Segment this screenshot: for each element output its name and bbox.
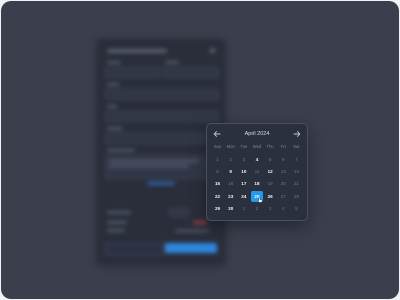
day-cell[interactable]: 16 (224, 178, 237, 190)
day-cell[interactable]: 26 (264, 190, 277, 202)
day-cell[interactable]: 12 (264, 165, 277, 177)
day-cell-selected[interactable]: 25 (251, 190, 263, 203)
confirm-button (165, 243, 217, 253)
weekday-label: Tue (240, 144, 248, 149)
arrow-left-icon[interactable] (212, 129, 222, 139)
field-label (107, 127, 123, 130)
text-field (105, 89, 219, 100)
text-field (105, 67, 161, 78)
day-cell[interactable]: 19 (264, 178, 277, 190)
field-label (165, 61, 179, 64)
form-title-placeholder (107, 49, 167, 53)
day-cell[interactable]: 24 (237, 190, 250, 202)
day-cell[interactable]: 20 (277, 178, 290, 190)
textarea-field (105, 155, 219, 179)
weekday-label: Sat (293, 144, 300, 149)
day-cell[interactable]: 6 (277, 153, 290, 165)
field-label (107, 83, 119, 86)
day-cell[interactable]: 4 (250, 153, 263, 165)
field-label (107, 221, 127, 224)
weekday-label: Wed (252, 144, 262, 149)
day-cell[interactable]: 5 (264, 153, 277, 165)
day-cell[interactable]: 5 (290, 203, 303, 215)
day-cell[interactable]: 2 (224, 153, 237, 165)
day-cell[interactable]: 28 (290, 190, 303, 202)
weekday-label: Mon (226, 144, 235, 149)
calendar-header: April 2024 (207, 129, 307, 139)
day-cell[interactable]: 8 (211, 165, 224, 177)
day-cell[interactable]: 4 (277, 203, 290, 215)
day-cell[interactable]: 21 (290, 178, 303, 190)
day-cell[interactable]: 18 (250, 178, 263, 190)
small-field (169, 208, 189, 217)
weekday-label: Sun (213, 144, 222, 149)
text-line (175, 230, 209, 232)
weekday-label: Thu (266, 144, 274, 149)
warning-text (193, 221, 207, 224)
app-frame: April 2024 Sun Mon Tue Wed Thu Fri Sat 1… (1, 1, 399, 299)
cancel-button (105, 243, 165, 255)
field-label (107, 149, 135, 152)
weekday-label: Fri (280, 144, 286, 149)
weekday-header-row: Sun Mon Tue Wed Thu Fri Sat (211, 143, 303, 151)
date-picker: April 2024 Sun Mon Tue Wed Thu Fri Sat 1… (206, 123, 308, 221)
day-cell[interactable]: 1 (237, 203, 250, 215)
field-label (107, 61, 121, 64)
day-cell[interactable]: 30 (224, 203, 237, 215)
field-label (107, 105, 117, 108)
day-cell[interactable]: 15 (211, 178, 224, 190)
day-cell[interactable]: 1 (211, 153, 224, 165)
day-cell[interactable]: 11 (250, 165, 263, 177)
text-field (105, 133, 219, 144)
day-cell[interactable]: 3 (264, 203, 277, 215)
text-line (109, 160, 199, 162)
text-field (163, 67, 219, 78)
month-label: April 2024 (244, 131, 270, 137)
day-cell[interactable]: 17 (237, 178, 250, 190)
arrow-right-icon[interactable] (292, 129, 302, 139)
day-cell[interactable]: 3 (237, 153, 250, 165)
text-line (109, 165, 189, 167)
day-cell[interactable]: 9 (224, 165, 237, 177)
day-cell[interactable]: 29 (211, 203, 224, 215)
day-cell[interactable]: 23 (224, 190, 237, 202)
day-cell[interactable]: 7 (290, 153, 303, 165)
day-cell[interactable]: 2 (250, 203, 263, 215)
day-cell[interactable]: 22 (211, 190, 224, 202)
day-cell[interactable]: 13 (277, 165, 290, 177)
day-cell[interactable]: 14 (290, 165, 303, 177)
day-cell[interactable]: 27 (277, 190, 290, 202)
day-grid: 1 2 3 4 5 6 7 8 9 10 11 12 13 14 15 16 17 18 19 20 21 22 23 24 2… (211, 153, 303, 215)
day-cell[interactable]: 10 (237, 165, 250, 177)
field-label (107, 211, 131, 214)
field-label (107, 229, 125, 232)
select-field (105, 111, 219, 122)
link-placeholder (147, 182, 175, 185)
close-icon (210, 48, 215, 53)
